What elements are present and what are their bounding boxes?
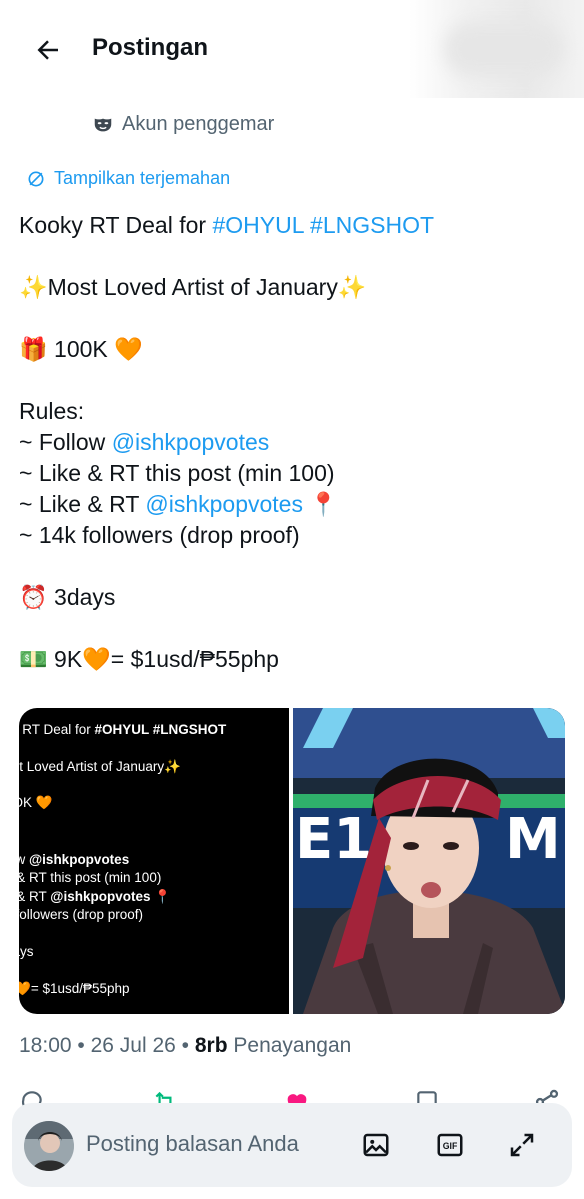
add-gif-button[interactable]: GIF <box>432 1127 468 1163</box>
rule-1-text: ~ Follow <box>19 429 112 455</box>
show-translation-link[interactable]: Tampilkan terjemahan <box>26 168 230 189</box>
post-date: 26 Jul 26 <box>90 1034 176 1057</box>
mention-link[interactable]: @ishkpopvotes <box>112 429 270 455</box>
media-line: low @ishkpopvotes <box>19 852 130 867</box>
media-image-photo[interactable]: E1 M <box>293 708 565 1014</box>
media-grid: ky RT Deal for #OHYUL #LNGSHOT ost Loved… <box>19 708 565 1014</box>
expand-icon <box>510 1133 534 1157</box>
avatar <box>24 1121 74 1171</box>
svg-text:GIF: GIF <box>443 1141 458 1151</box>
top-bar: Postingan <box>0 0 584 98</box>
media-line: k followers (drop proof) <box>19 907 144 922</box>
tweet-text: Kooky RT Deal for #OHYUL #LNGSHOT ✨Most … <box>19 210 567 675</box>
media-line: ky RT Deal for #OHYUL #LNGSHOT <box>19 722 227 737</box>
rule-1: ~ Follow @ishkpopvotes <box>19 427 567 458</box>
fan-account-label: Akun penggemar <box>92 113 274 136</box>
add-image-button[interactable] <box>358 1127 394 1163</box>
media-line: 0OK 🧡 <box>19 795 53 810</box>
mask-icon <box>94 118 112 131</box>
translate-icon <box>28 171 44 186</box>
reply-composer-bar: Posting balasan Anda GIF <box>12 1103 572 1187</box>
expand-composer-button[interactable] <box>504 1127 540 1163</box>
back-button[interactable] <box>28 30 68 70</box>
post-time: 18:00 <box>19 1034 72 1057</box>
rule-2: ~ Like & RT this post (min 100) <box>19 460 335 486</box>
media-line: ost Loved Artist of January✨ <box>19 759 181 774</box>
tweet-line-1: Kooky RT Deal for #OHYUL #LNGSHOT <box>19 210 567 241</box>
tweet-line-3: 🎁 100K 🧡 <box>19 336 143 362</box>
avatar-image <box>24 1121 74 1171</box>
rule-3: ~ Like & RT @ishkpopvotes 📍 <box>19 489 567 520</box>
media-line: K🧡= $1usd/₱55php <box>19 981 130 996</box>
tweet-line-1-text: Kooky RT Deal for <box>19 212 213 238</box>
reply-input[interactable]: Posting balasan Anda <box>86 1131 299 1157</box>
post-meta: 18:00 • 26 Jul 26 • 8rb Penayangan <box>19 1034 352 1057</box>
svg-text:E1: E1 <box>295 807 372 872</box>
duration-line: ⏰ 3days <box>19 584 116 610</box>
back-arrow-icon <box>37 40 58 60</box>
media-line: days <box>19 944 34 959</box>
media-line: e & RT @ishkpopvotes 📍 <box>19 889 172 904</box>
mention-link[interactable]: @ishkpopvotes <box>145 491 303 517</box>
translate-label: Tampilkan terjemahan <box>54 168 231 188</box>
views-label[interactable]: Penayangan <box>233 1034 351 1057</box>
media-image-text-screenshot[interactable]: ky RT Deal for #OHYUL #LNGSHOT ost Loved… <box>19 708 289 1014</box>
photo-illustration: E1 M <box>293 708 565 1014</box>
page-title: Postingan <box>92 34 209 61</box>
svg-text:M: M <box>505 807 561 872</box>
media-line: e & RT this post (min 100) <box>19 870 162 885</box>
fan-account-text: Akun penggemar <box>122 113 275 135</box>
rule-3-text: ~ Like & RT <box>19 491 146 517</box>
rules-title: Rules: <box>19 398 85 424</box>
pin-emoji: 📍 <box>302 491 338 517</box>
views-count: 8rb <box>194 1034 228 1057</box>
hashtag-links[interactable]: #OHYUL #LNGSHOT <box>212 212 434 238</box>
price-line: 💵 9K🧡= $1usd/₱55php <box>19 646 279 672</box>
image-icon <box>363 1133 389 1157</box>
tweet-line-2: ✨Most Loved Artist of January✨ <box>19 274 367 300</box>
blurred-header-area <box>444 22 564 76</box>
rule-4: ~ 14k followers (drop proof) <box>19 522 300 548</box>
gif-icon: GIF <box>437 1133 463 1157</box>
